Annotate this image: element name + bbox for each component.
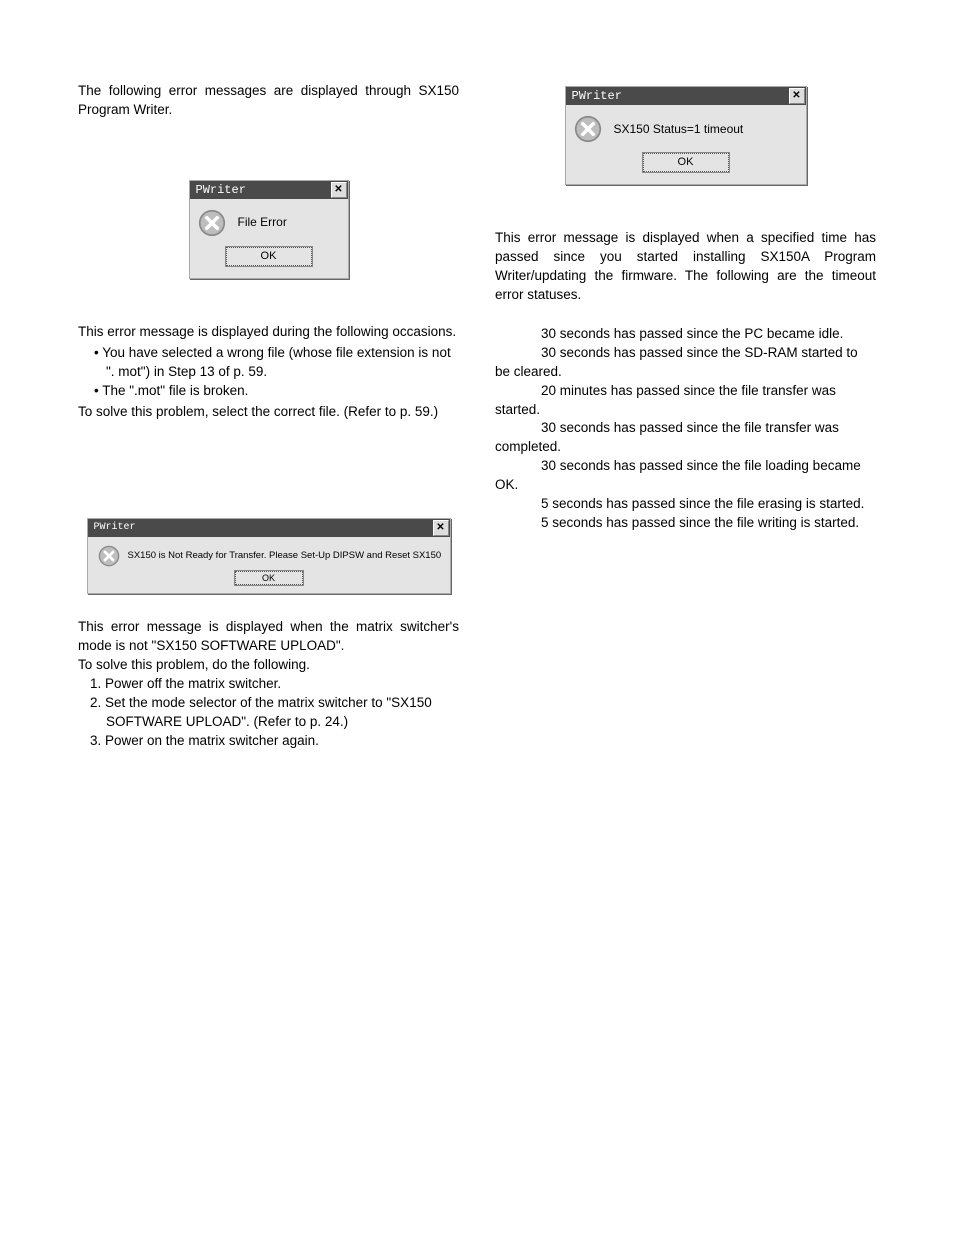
error-x-icon [198,209,226,237]
file-error-explain: This error message is displayed during t… [78,323,459,342]
dialog-message: SX150 is Not Ready for Transfer. Please … [128,549,442,562]
list-item: 30 seconds has passed since the SD-RAM s… [495,344,876,382]
file-error-solve: To solve this problem, select the correc… [78,403,459,422]
close-icon[interactable]: ✕ [789,88,805,104]
dialog-message: SX150 Status=1 timeout [614,121,744,138]
list-item: • The ".mot" file is broken. [78,382,459,401]
dialog-title: PWriter [572,88,622,104]
list-item: 2. Set the mode selector of the matrix s… [78,694,459,732]
dialog-timeout: PWriter ✕ SX150 Status=1 timeout OK [565,86,807,185]
dialog-not-ready: PWriter ✕ SX150 is Not Ready for Transfe… [87,518,451,595]
timeout-statuses: 30 seconds has passed since the PC becam… [495,325,876,533]
ok-button[interactable]: OK [643,153,729,172]
list-item: 30 seconds has passed since the PC becam… [495,325,876,344]
left-column: The following error messages are display… [78,82,459,1195]
close-icon[interactable]: ✕ [331,182,347,198]
ok-button[interactable]: OK [226,247,312,266]
not-ready-steps: 1. Power off the matrix switcher. 2. Set… [78,675,459,751]
not-ready-explain: This error message is displayed when the… [78,618,459,656]
error-x-icon [98,545,120,567]
not-ready-solve: To solve this problem, do the following. [78,656,459,675]
list-item: 3. Power on the matrix switcher again. [78,732,459,751]
dialog-titlebar: PWriter ✕ [88,519,450,537]
error-x-icon [574,115,602,143]
dialog-titlebar: PWriter ✕ [190,181,348,199]
list-item: 1. Power off the matrix switcher. [78,675,459,694]
list-item: • You have selected a wrong file (whose … [78,344,459,382]
timeout-explain: This error message is displayed when a s… [495,229,876,305]
list-item: 5 seconds has passed since the file eras… [495,495,876,514]
list-item: 5 seconds has passed since the file writ… [495,514,876,533]
list-item: 20 minutes has passed since the file tra… [495,382,876,420]
list-item: 30 seconds has passed since the file tra… [495,419,876,457]
dialog-titlebar: PWriter ✕ [566,87,806,105]
dialog-title: PWriter [94,520,136,536]
dialog-message: File Error [238,214,287,231]
file-error-bullets: • You have selected a wrong file (whose … [78,344,459,401]
close-icon[interactable]: ✕ [433,520,449,536]
list-item: 30 seconds has passed since the file loa… [495,457,876,495]
dialog-file-error: PWriter ✕ File Error OK [189,180,349,279]
right-column: PWriter ✕ SX150 Status=1 timeout OK This… [495,82,876,1195]
intro-text: The following error messages are display… [78,82,459,120]
ok-button[interactable]: OK [235,571,303,586]
dialog-title: PWriter [196,182,246,198]
